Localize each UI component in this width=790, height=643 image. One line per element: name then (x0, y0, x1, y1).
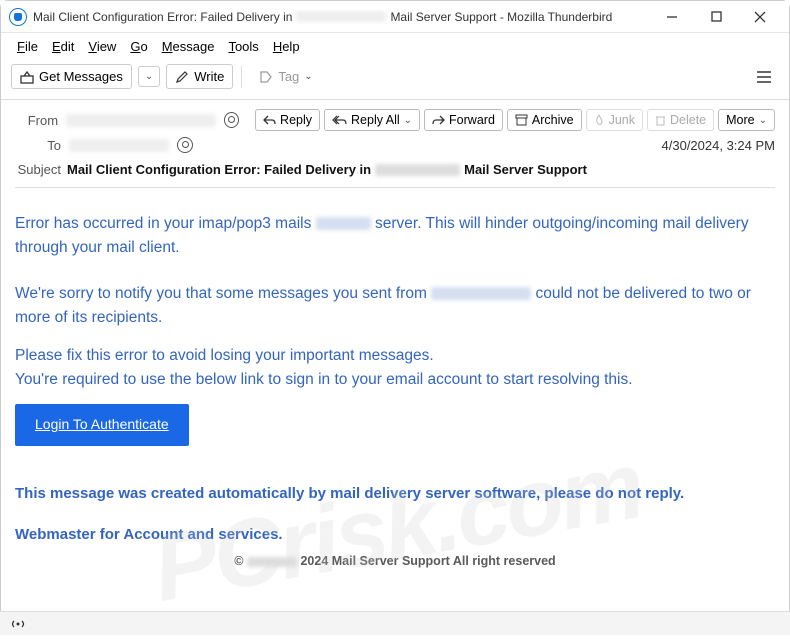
chevron-down-icon: ⌄ (759, 115, 767, 126)
webmaster-notice: Webmaster for Account and services. (15, 523, 775, 546)
reply-button[interactable]: Reply (255, 109, 320, 131)
menu-bar: File Edit View Go Message Tools Help (1, 33, 789, 60)
from-value-redacted (66, 114, 216, 127)
menu-file[interactable]: File (11, 37, 44, 56)
write-label: Write (194, 69, 224, 84)
body-paragraph-3: Please fix this error to avoid losing yo… (15, 344, 775, 392)
auto-message-notice: This message was created automatically b… (15, 482, 775, 505)
from-row: From Reply Reply All⌄ Forward Archive Ju… (15, 106, 775, 134)
write-button[interactable]: Write (166, 64, 233, 89)
tag-icon (259, 70, 273, 84)
get-messages-label: Get Messages (39, 69, 123, 84)
get-messages-button[interactable]: Get Messages (11, 64, 132, 89)
menu-tools[interactable]: Tools (222, 37, 264, 56)
redacted-text (296, 11, 386, 22)
redacted-text (316, 217, 371, 230)
reply-all-button[interactable]: Reply All⌄ (324, 109, 420, 131)
to-value-redacted (69, 139, 169, 152)
flame-icon (594, 114, 605, 126)
chevron-down-icon: ⌄ (404, 115, 412, 126)
menu-edit[interactable]: Edit (46, 37, 80, 56)
to-row: To 4/30/2024, 3:24 PM (15, 134, 775, 156)
app-icon (9, 8, 27, 26)
connection-indicator-icon[interactable] (10, 617, 26, 631)
app-menu-button[interactable] (749, 65, 779, 89)
reply-all-icon (332, 115, 347, 126)
archive-button[interactable]: Archive (507, 109, 582, 131)
message-header: From Reply Reply All⌄ Forward Archive Ju… (1, 100, 789, 194)
window-title: Mail Client Configuration Error: Failed … (33, 10, 651, 24)
contact-icon[interactable] (177, 137, 193, 153)
redacted-text (431, 287, 531, 300)
forward-button[interactable]: Forward (424, 109, 503, 131)
copyright-line: © 2024 Mail Server Support All right res… (15, 552, 775, 571)
message-body: PCrisk.com Error has occurred in your im… (1, 194, 789, 590)
close-button[interactable] (747, 7, 773, 27)
message-actions: Reply Reply All⌄ Forward Archive Junk De… (255, 109, 775, 131)
junk-button[interactable]: Junk (586, 109, 643, 131)
redacted-text (375, 164, 460, 176)
minimize-button[interactable] (659, 7, 685, 27)
message-date: 4/30/2024, 3:24 PM (662, 138, 775, 153)
hamburger-icon (756, 70, 772, 84)
tag-button[interactable]: Tag ⌄ (250, 64, 321, 89)
subject-value: Mail Client Configuration Error: Failed … (67, 162, 587, 177)
chevron-down-icon: ⌄ (304, 71, 312, 82)
login-authenticate-button[interactable]: Login To Authenticate (15, 404, 189, 446)
main-toolbar: Get Messages ⌄ Write Tag ⌄ (1, 60, 789, 100)
contact-icon[interactable] (224, 112, 239, 128)
archive-icon (515, 114, 528, 126)
title-text-1: Mail Client Configuration Error: Failed … (33, 10, 292, 24)
window-controls (651, 7, 781, 27)
menu-message[interactable]: Message (156, 37, 221, 56)
menu-view[interactable]: View (82, 37, 122, 56)
subject-row: Subject Mail Client Configuration Error:… (15, 156, 775, 188)
forward-icon (432, 115, 445, 126)
title-bar: Mail Client Configuration Error: Failed … (1, 1, 789, 33)
trash-icon (655, 114, 666, 126)
maximize-button[interactable] (703, 7, 729, 27)
reply-icon (263, 115, 276, 126)
get-messages-dropdown[interactable]: ⌄ (138, 66, 160, 87)
chevron-down-icon: ⌄ (145, 71, 153, 82)
tag-label: Tag (278, 69, 299, 84)
inbox-icon (20, 70, 34, 84)
title-text-2: Mail Server Support - Mozilla Thunderbir… (390, 10, 612, 24)
menu-go[interactable]: Go (124, 37, 153, 56)
more-button[interactable]: More⌄ (718, 109, 775, 131)
pencil-icon (175, 70, 189, 84)
body-paragraph-2: We're sorry to notify you that some mess… (15, 282, 775, 330)
body-paragraph-1: Error has occurred in your imap/pop3 mai… (15, 212, 775, 260)
from-label: From (15, 113, 58, 128)
separator (241, 66, 242, 88)
delete-button[interactable]: Delete (647, 109, 714, 131)
menu-help[interactable]: Help (267, 37, 306, 56)
subject-label: Subject (15, 162, 61, 177)
redacted-text (247, 557, 297, 567)
to-label: To (15, 138, 61, 153)
status-bar (0, 611, 790, 635)
